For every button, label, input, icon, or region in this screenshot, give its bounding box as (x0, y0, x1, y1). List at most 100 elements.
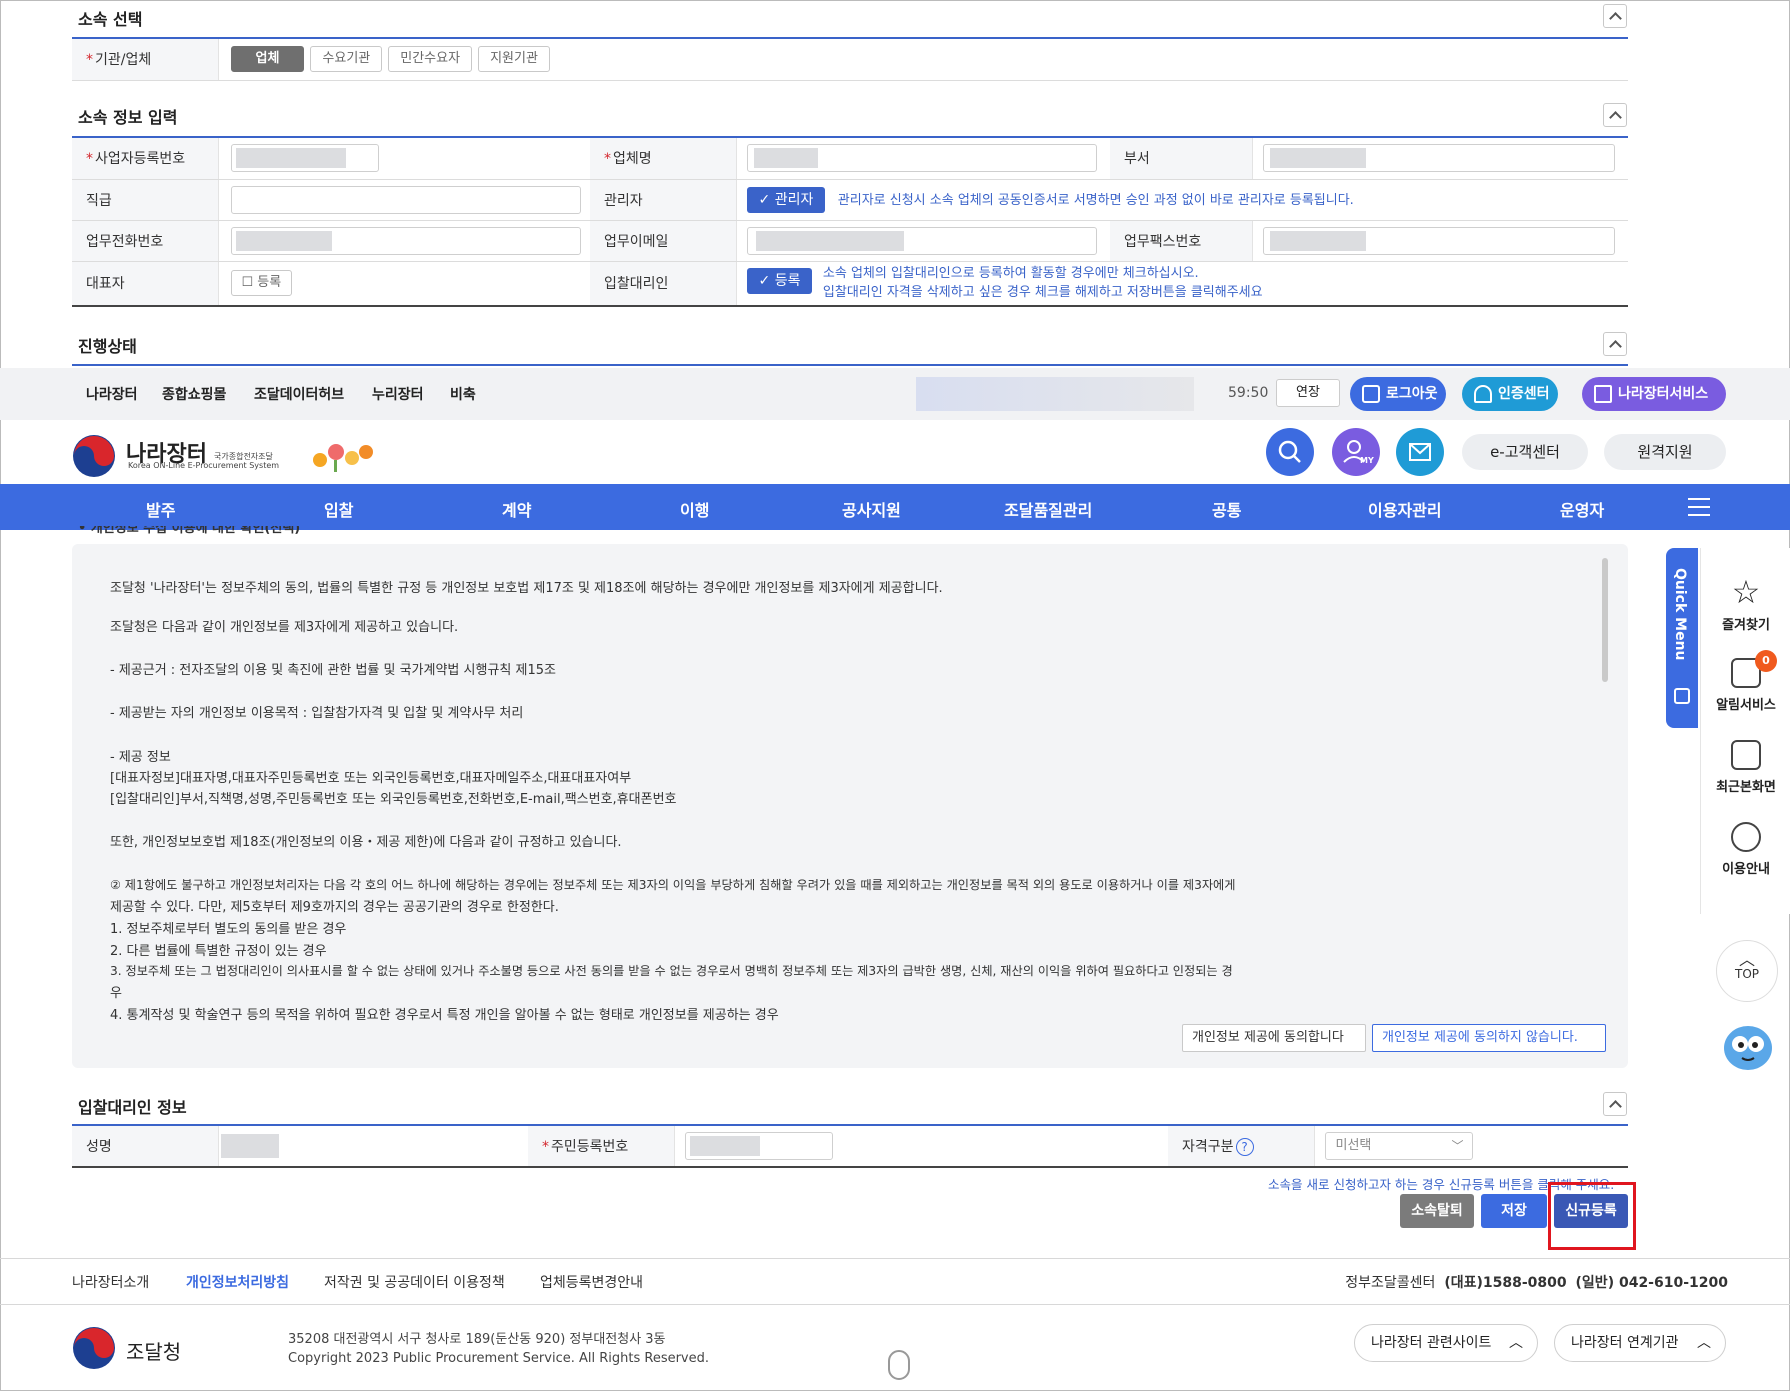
scroll-top-button[interactable]: ︿ TOP (1716, 940, 1778, 1002)
nav-item-perform[interactable]: 이행 (680, 497, 709, 521)
agreement-scrollbar[interactable] (1602, 558, 1608, 682)
linked-orgs-label: 나라장터 연계기관 (1571, 1335, 1679, 1351)
logo-sub-en: Korea ON-Line E-Procurement System (128, 461, 280, 470)
logout-button[interactable]: 로그아웃 (1350, 377, 1446, 411)
save-button[interactable]: 저장 (1481, 1194, 1547, 1228)
dept-cell (1252, 138, 1628, 180)
util-link-shopping-mall[interactable]: 종합쇼핑몰 (162, 384, 226, 404)
collapse-quick-menu-icon[interactable] (1674, 688, 1690, 704)
manager-label: 관리자 (604, 192, 643, 209)
manager-checkbox[interactable]: ✓ 관리자 (746, 186, 826, 213)
agreement-line: - 제공 정보 (110, 750, 171, 765)
collapse-affiliation-select-button[interactable] (1603, 4, 1627, 28)
hamburger-menu-icon[interactable] (1688, 498, 1710, 516)
position-input[interactable] (230, 185, 581, 214)
footer-link-privacy[interactable]: 개인정보처리방침 (186, 1272, 289, 1292)
agent-label-cell: 입찰대리인 (590, 261, 737, 307)
biz-no-input[interactable] (230, 144, 379, 173)
agreement-line: [대표자정보]대표자명,대표자주민등록번호 또는 외국인등록번호,대표자메일주소… (110, 771, 632, 786)
util-link-narajangteo[interactable]: 나라장터 (86, 384, 138, 404)
footer-link-registration[interactable]: 업체등록변경안내 (540, 1272, 643, 1292)
grid-icon (1594, 385, 1612, 403)
affiliation-select-table: * 기관/업체 업체 수요기관 민간수요자 지원기관 (72, 39, 1628, 81)
call-center-general-phone: (일반) 042-610-1200 (1575, 1275, 1728, 1291)
company-input[interactable] (746, 144, 1097, 173)
manager-note: 관리자로 신청시 소속 업체의 공동인증서로 서명하면 승인 과정 없이 바로 … (837, 192, 1354, 208)
fax-input[interactable] (1262, 226, 1615, 255)
agent-checkbox[interactable]: ✓ 등록 (746, 268, 813, 295)
agent-rrn-input[interactable] (684, 1132, 833, 1160)
util-link-nuri[interactable]: 누리장터 (372, 384, 424, 404)
quick-menu-panel: ☆ 즐겨찾기 알림서비스 0 최근본화면 이용안내 (1700, 548, 1790, 914)
message-button[interactable] (1396, 428, 1444, 476)
footer-divider (0, 1258, 1790, 1259)
services-button[interactable]: 나라장터서비스 (1582, 377, 1726, 411)
phone-input[interactable] (230, 226, 581, 255)
rep-checkbox[interactable]: ☐ 등록 (230, 270, 293, 297)
rep-cell: ☐ 등록 (218, 261, 590, 307)
collapse-affiliation-info-button[interactable] (1603, 103, 1627, 127)
email-label-cell: 업무이메일 (590, 220, 737, 262)
nav-item-users[interactable]: 이용자관리 (1368, 497, 1442, 521)
search-button[interactable] (1266, 428, 1314, 476)
agreement-line: 2. 다른 법률에 특별한 규정이 있는 경우 (110, 944, 327, 959)
dept-input[interactable] (1262, 144, 1615, 173)
org-type-option-support[interactable]: 지원기관 (478, 46, 550, 73)
search-icon (1278, 440, 1301, 463)
call-center-label: 정부조달콜센터 (1345, 1275, 1436, 1291)
org-type-option-company[interactable]: 업체 (230, 46, 305, 73)
agreement-line: 1. 정보주체로부터 별도의 동의를 받은 경우 (110, 922, 347, 937)
extend-session-button[interactable]: 연장 (1276, 379, 1340, 407)
footer-link-intro[interactable]: 나라장터소개 (72, 1272, 149, 1292)
agent-name-label-cell: 성명 (72, 1126, 219, 1168)
remote-support-button[interactable]: 원격지원 (1604, 434, 1726, 470)
mouse-scroll-icon (888, 1350, 910, 1380)
agent-name-label: 성명 (86, 1139, 112, 1155)
nav-item-contract[interactable]: 계약 (502, 497, 531, 521)
narajangteo-logo-icon[interactable] (72, 434, 116, 478)
shield-icon (1474, 385, 1492, 403)
nav-item-order[interactable]: 발주 (146, 497, 175, 521)
phone-cell (218, 220, 590, 262)
my-page-button[interactable]: MY (1332, 428, 1380, 476)
org-type-label: 기관/업체 (95, 52, 152, 69)
quick-menu-guide[interactable]: 이용안내 (1701, 822, 1790, 877)
logout-label: 로그아웃 (1386, 386, 1438, 402)
chatbot-mascot-icon[interactable] (1714, 1018, 1778, 1074)
position-cell (218, 179, 590, 221)
nav-item-common[interactable]: 공통 (1212, 497, 1241, 521)
related-sites-button[interactable]: 나라장터 관련사이트 ︿ (1354, 1324, 1538, 1362)
disagree-button[interactable]: 개인정보 제공에 동의하지 않습니다. (1372, 1024, 1606, 1052)
footer-link-copyright[interactable]: 저작권 및 공공데이터 이용정책 (324, 1272, 505, 1292)
main-nav: 발주 입찰 계약 이행 공사지원 조달품질관리 공통 이용자관리 운영자 (0, 484, 1790, 530)
nav-item-construction[interactable]: 공사지원 (842, 497, 901, 521)
fax-label: 업무팩스번호 (1124, 233, 1202, 250)
email-input[interactable] (746, 226, 1097, 255)
quick-menu-tab[interactable]: Quick Menu (1666, 548, 1698, 728)
collapse-progress-button[interactable] (1603, 332, 1627, 356)
customer-center-button[interactable]: e-고객센터 (1462, 434, 1588, 470)
qual-select[interactable]: 미선택 ﹀ (1324, 1132, 1473, 1160)
org-type-option-demand[interactable]: 수요기관 (310, 46, 383, 73)
nav-item-bid[interactable]: 입찰 (324, 497, 353, 521)
quick-menu-recent[interactable]: 최근본화면 (1701, 740, 1790, 795)
chevron-up-icon: ︿ (1697, 1335, 1711, 1351)
nav-item-quality[interactable]: 조달품질관리 (1004, 497, 1092, 521)
nav-item-operator[interactable]: 운영자 (1560, 497, 1604, 521)
org-type-option-private[interactable]: 민간수요자 (388, 46, 473, 73)
rep-checkbox-label: 등록 (257, 275, 282, 291)
agent-notes: 소속 업체의 입찰대리인으로 등록하여 활동할 경우에만 체크하십시오. 입찰대… (823, 264, 1263, 302)
quick-menu-favorites[interactable]: ☆ 즐겨찾기 (1701, 576, 1790, 633)
quick-menu-alerts[interactable]: 알림서비스 0 (1701, 650, 1790, 713)
linked-orgs-button[interactable]: 나라장터 연계기관 ︿ (1554, 1324, 1726, 1362)
util-link-stockpile[interactable]: 비축 (450, 384, 476, 404)
util-link-data-hub[interactable]: 조달데이터허브 (254, 384, 344, 404)
cert-center-button[interactable]: 인증센터 (1462, 377, 1558, 411)
footer-copyright: Copyright 2023 Public Procurement Servic… (288, 1351, 710, 1366)
email-cell (736, 220, 1110, 262)
withdraw-button[interactable]: 소속탈퇴 (1400, 1194, 1474, 1228)
help-icon[interactable]: ? (1235, 1138, 1254, 1156)
collapse-agent-info-button[interactable] (1603, 1092, 1627, 1116)
agent-info-table: 성명 * 주민등록번호 자격구분? 미선택 ﹀ (72, 1126, 1628, 1168)
agree-button[interactable]: 개인정보 제공에 동의합니다 (1182, 1024, 1366, 1052)
